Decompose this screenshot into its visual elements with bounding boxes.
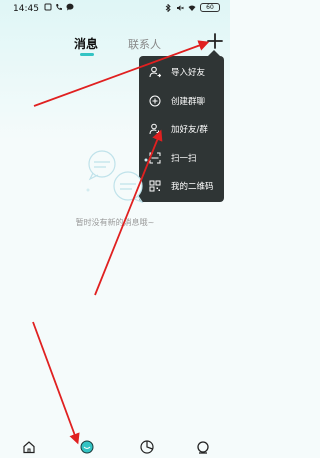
notification-icon — [44, 3, 52, 11]
messages-icon[interactable] — [80, 440, 94, 454]
menu-item-label: 我的二维码 — [171, 182, 214, 193]
phone-icon — [56, 4, 62, 10]
menu-item-label: 创建群聊 — [171, 96, 206, 107]
menu-item-label: 导入好友 — [171, 68, 206, 79]
add-friend-icon — [149, 123, 161, 135]
annotation-arrow — [32, 321, 80, 445]
status-time: 14:45 — [13, 4, 39, 14]
tab-messages[interactable]: 消息 — [74, 35, 98, 52]
active-tab-indicator — [80, 53, 94, 56]
profile-icon[interactable] — [196, 440, 210, 454]
menu-item-import-friends[interactable]: 导入好友 — [139, 58, 224, 87]
mute-icon — [177, 4, 184, 11]
import-contacts-icon — [149, 66, 161, 78]
menu-item-label: 扫一扫 — [171, 153, 197, 164]
bottom-nav — [0, 432, 230, 458]
chat-bubble-icon — [66, 3, 74, 11]
menu-item-label: 加好友/群 — [171, 125, 208, 136]
discover-icon[interactable] — [140, 440, 154, 454]
menu-item-add-friend-group[interactable]: 加好友/群 — [139, 115, 224, 144]
home-icon[interactable] — [22, 440, 36, 454]
empty-chat-illustration — [86, 150, 148, 204]
empty-state-text: 暂时没有新的消息哦~ — [75, 218, 155, 227]
tab-contacts[interactable]: 联系人 — [128, 36, 161, 52]
create-group-icon — [149, 95, 161, 107]
menu-item-create-group[interactable]: 创建群聊 — [139, 87, 224, 116]
battery-indicator: 60 — [200, 3, 220, 12]
bluetooth-icon — [165, 3, 171, 12]
plus-icon[interactable] — [205, 31, 225, 51]
status-bar: 14:45 60 — [0, 0, 230, 18]
wifi-icon — [188, 5, 196, 11]
